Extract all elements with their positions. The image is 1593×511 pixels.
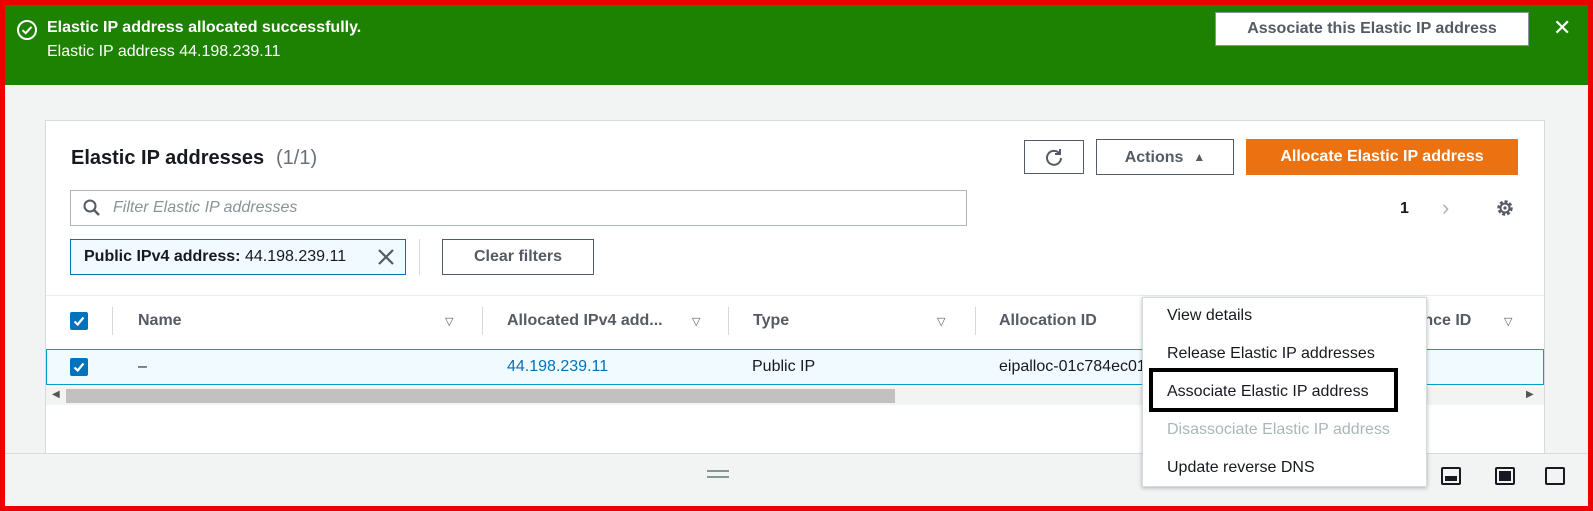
column-header-name[interactable]: Name bbox=[138, 312, 182, 330]
resize-handle-icon[interactable] bbox=[707, 470, 729, 482]
panel-hidden-icon[interactable] bbox=[1545, 467, 1565, 485]
menu-item-associate-eip[interactable]: Associate Elastic IP address bbox=[1167, 383, 1369, 401]
menu-item-view-details[interactable]: View details bbox=[1167, 307, 1252, 325]
divider bbox=[46, 295, 1544, 296]
gear-icon[interactable] bbox=[1495, 198, 1515, 218]
scroll-right-icon[interactable]: ▶ bbox=[1526, 389, 1534, 400]
success-banner: Elastic IP address allocated successfull… bbox=[5, 5, 1588, 85]
banner-title: Elastic IP address allocated successfull… bbox=[47, 19, 362, 36]
filter-token-key: Public IPv4 address: bbox=[84, 248, 241, 265]
page-title: Elastic IP addresses bbox=[71, 147, 265, 169]
filter-token-value: 44.198.239.11 bbox=[244, 248, 347, 265]
search-icon bbox=[83, 199, 100, 216]
menu-item-release-eip[interactable]: Release Elastic IP addresses bbox=[1167, 345, 1375, 363]
banner-close-icon[interactable]: ✕ bbox=[1553, 15, 1571, 41]
success-check-icon bbox=[17, 20, 37, 40]
actions-menu: View details Release Elastic IP addresse… bbox=[1142, 297, 1427, 487]
search-field bbox=[70, 190, 967, 226]
column-header-type[interactable]: Type bbox=[753, 312, 789, 330]
row-checkbox[interactable] bbox=[70, 358, 88, 376]
column-header-allocation-id[interactable]: Allocation ID bbox=[999, 312, 1097, 330]
scroll-left-icon[interactable]: ◀ bbox=[52, 389, 60, 400]
check-icon bbox=[73, 316, 85, 327]
cell-name: – bbox=[138, 358, 147, 375]
divider bbox=[419, 239, 420, 275]
column-divider bbox=[728, 307, 729, 335]
actions-dropdown-button[interactable]: Actions ▲ bbox=[1096, 139, 1234, 175]
sort-icon[interactable]: ▽ bbox=[445, 315, 453, 328]
cell-type: Public IP bbox=[752, 358, 816, 375]
clear-filters-button[interactable]: Clear filters bbox=[442, 239, 594, 275]
banner-subtitle: Elastic IP address 44.198.239.11 bbox=[47, 43, 281, 60]
associate-this-eip-button[interactable]: Associate this Elastic IP address bbox=[1215, 12, 1529, 46]
check-icon bbox=[73, 362, 85, 373]
actions-label: Actions bbox=[1124, 149, 1184, 166]
column-header-ipv4[interactable]: Allocated IPv4 add... bbox=[507, 312, 663, 330]
filter-token: Public IPv4 address: 44.198.239.11 bbox=[70, 239, 406, 275]
sort-icon[interactable]: ▽ bbox=[937, 315, 945, 328]
cell-ip-link[interactable]: 44.198.239.11 bbox=[507, 358, 608, 376]
search-input[interactable] bbox=[113, 195, 953, 221]
remove-filter-icon[interactable] bbox=[377, 248, 395, 266]
menu-item-update-reverse-dns[interactable]: Update reverse DNS bbox=[1167, 459, 1315, 477]
panel-side-icon[interactable] bbox=[1495, 467, 1515, 485]
scrollbar-thumb[interactable] bbox=[66, 389, 895, 403]
elastic-ip-panel: Elastic IP addresses (1/1) Actions ▲ Allo… bbox=[45, 120, 1545, 487]
chevron-right-icon[interactable]: › bbox=[1442, 195, 1449, 221]
column-divider bbox=[112, 307, 113, 335]
column-divider bbox=[482, 307, 483, 335]
refresh-icon bbox=[1046, 149, 1062, 166]
panel-bottom-icon[interactable] bbox=[1441, 467, 1461, 485]
select-all-checkbox[interactable] bbox=[70, 312, 88, 330]
sort-icon[interactable]: ▽ bbox=[1504, 315, 1512, 328]
sort-icon[interactable]: ▽ bbox=[692, 315, 700, 328]
column-divider bbox=[975, 307, 976, 335]
page-number[interactable]: 1 bbox=[1400, 200, 1409, 218]
menu-item-disassociate-eip: Disassociate Elastic IP address bbox=[1167, 421, 1390, 438]
refresh-button[interactable] bbox=[1024, 140, 1084, 174]
allocate-eip-button[interactable]: Allocate Elastic IP address bbox=[1246, 139, 1518, 175]
selection-count: (1/1) bbox=[276, 147, 318, 169]
caret-up-icon: ▲ bbox=[1193, 150, 1206, 164]
